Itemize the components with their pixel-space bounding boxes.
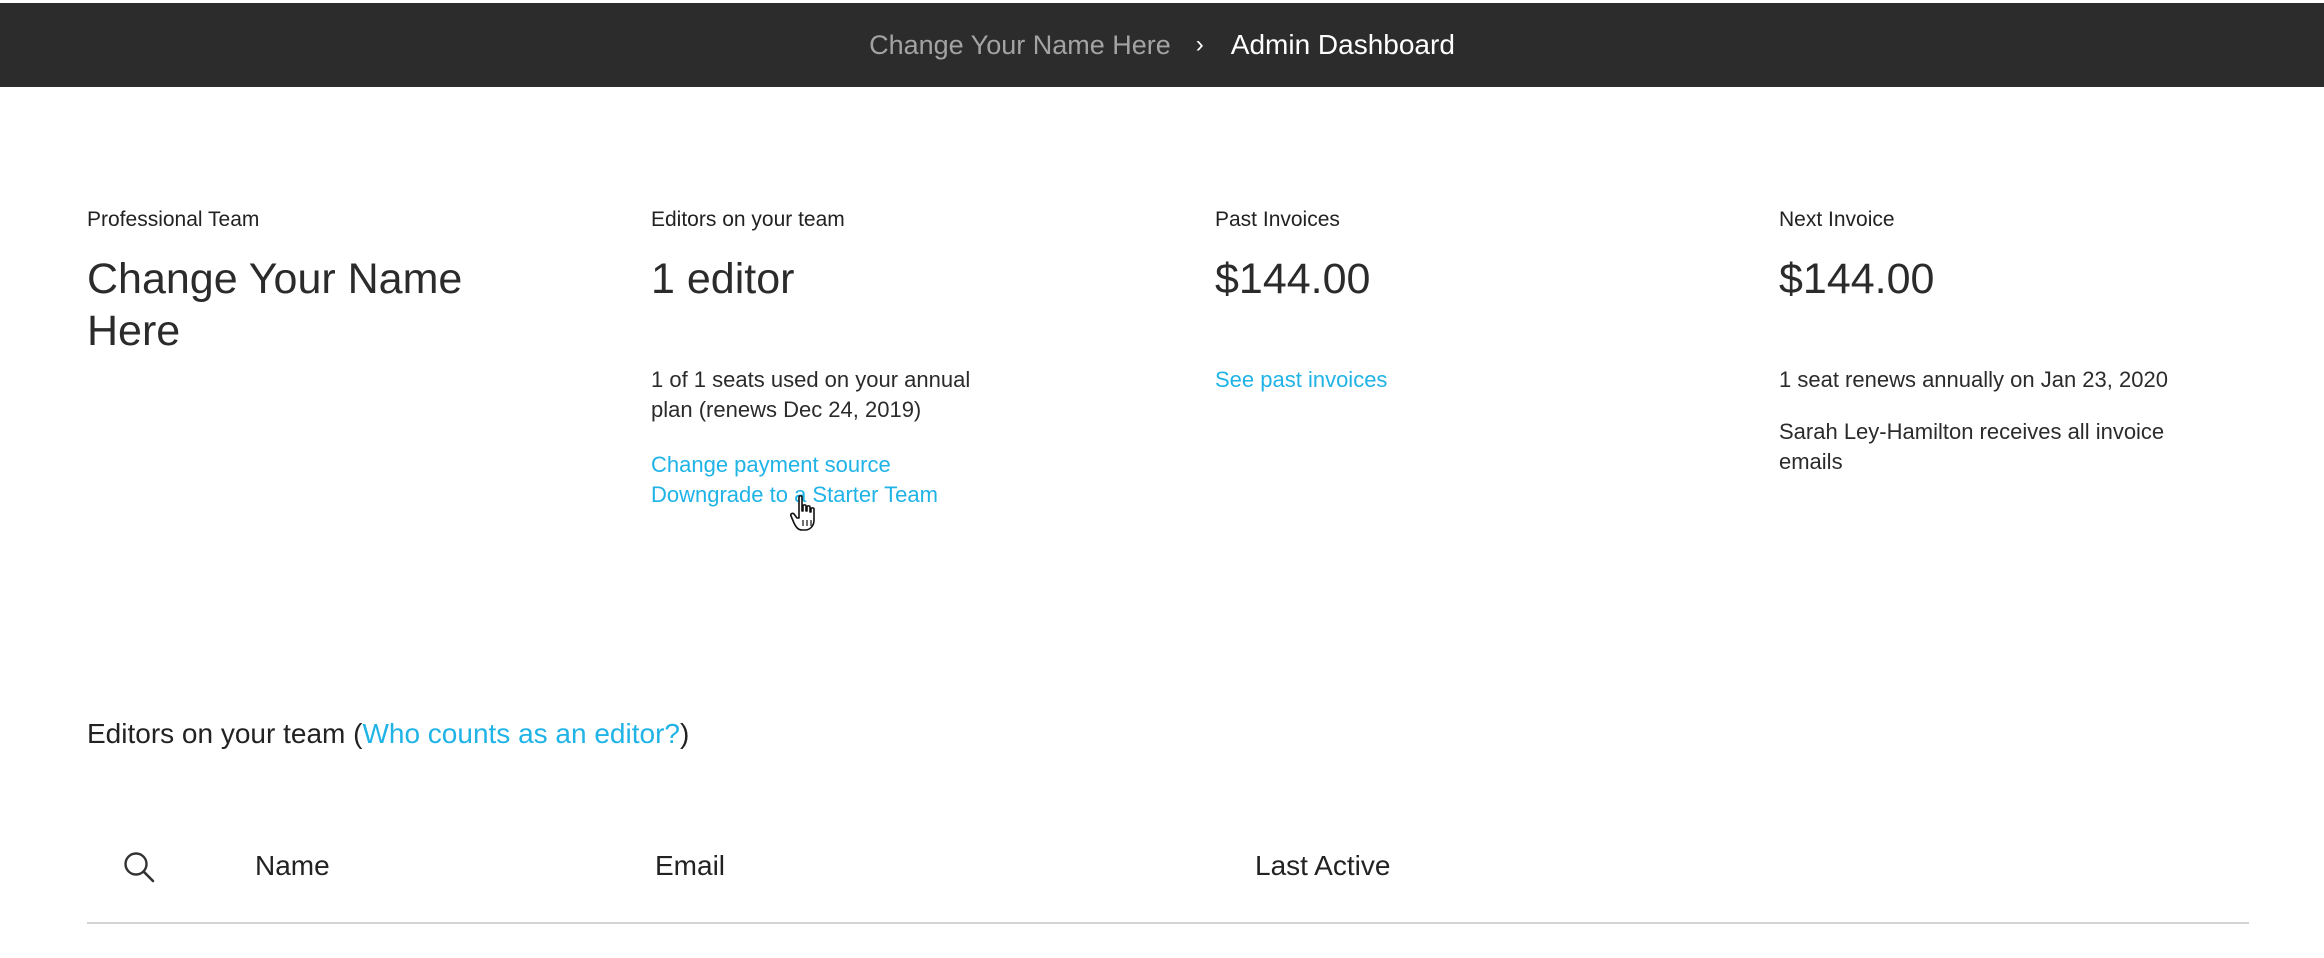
past-invoices-column: Past Invoices $144.00 See past invoices — [1215, 206, 1635, 395]
editors-heading-suffix: ) — [679, 718, 690, 749]
team-name: Change Your Name Here — [87, 255, 463, 355]
renewal-text: 1 seat renews annually on Jan 23, 2020 — [1779, 367, 2168, 392]
editors-section-heading: Editors on your team (Who counts as an e… — [87, 718, 689, 750]
next-invoice-label: Next Invoice — [1779, 208, 1895, 231]
past-invoices-label: Past Invoices — [1215, 208, 1340, 231]
next-invoice-amount: $144.00 — [1779, 255, 1935, 303]
team-column: Professional Team Change Your Name Here — [87, 206, 557, 357]
change-payment-source-link[interactable]: Change payment source — [651, 450, 1011, 480]
seats-usage-text: 1 of 1 seats used on your annual plan (r… — [651, 367, 971, 422]
column-header-email[interactable]: Email — [655, 850, 725, 882]
breadcrumb-current-page: Admin Dashboard — [1230, 29, 1455, 60]
search-icon[interactable] — [122, 850, 156, 884]
invoice-email-recipient-text: Sarah Ley-Hamilton receives all invoice … — [1779, 419, 2165, 474]
team-plan-label: Professional Team — [87, 208, 260, 231]
column-header-last-active[interactable]: Last Active — [1255, 850, 1390, 882]
breadcrumb-team-name[interactable]: Change Your Name Here — [869, 30, 1171, 61]
editors-column: Editors on your team 1 editor 1 of 1 sea… — [651, 206, 1011, 510]
breadcrumb-separator-icon: › — [1195, 31, 1204, 58]
column-header-name[interactable]: Name — [255, 850, 330, 882]
top-navigation-bar: Change Your Name Here › Admin Dashboard — [0, 3, 2324, 87]
past-invoices-amount: $144.00 — [1215, 255, 1371, 303]
editors-heading-prefix: Editors on your team ( — [87, 718, 363, 749]
next-invoice-column: Next Invoice $144.00 1 seat renews annua… — [1779, 206, 2199, 477]
billing-summary: Professional Team Change Your Name Here … — [87, 206, 2249, 526]
editors-table-header: Name Email Last Active — [87, 836, 2249, 924]
editors-label: Editors on your team — [651, 208, 845, 231]
editors-count: 1 editor — [651, 255, 795, 303]
downgrade-to-starter-link[interactable]: Downgrade to a Starter Team — [651, 480, 1011, 510]
who-counts-as-editor-link[interactable]: Who counts as an editor? — [362, 718, 680, 749]
see-past-invoices-link[interactable]: See past invoices — [1215, 365, 1635, 395]
